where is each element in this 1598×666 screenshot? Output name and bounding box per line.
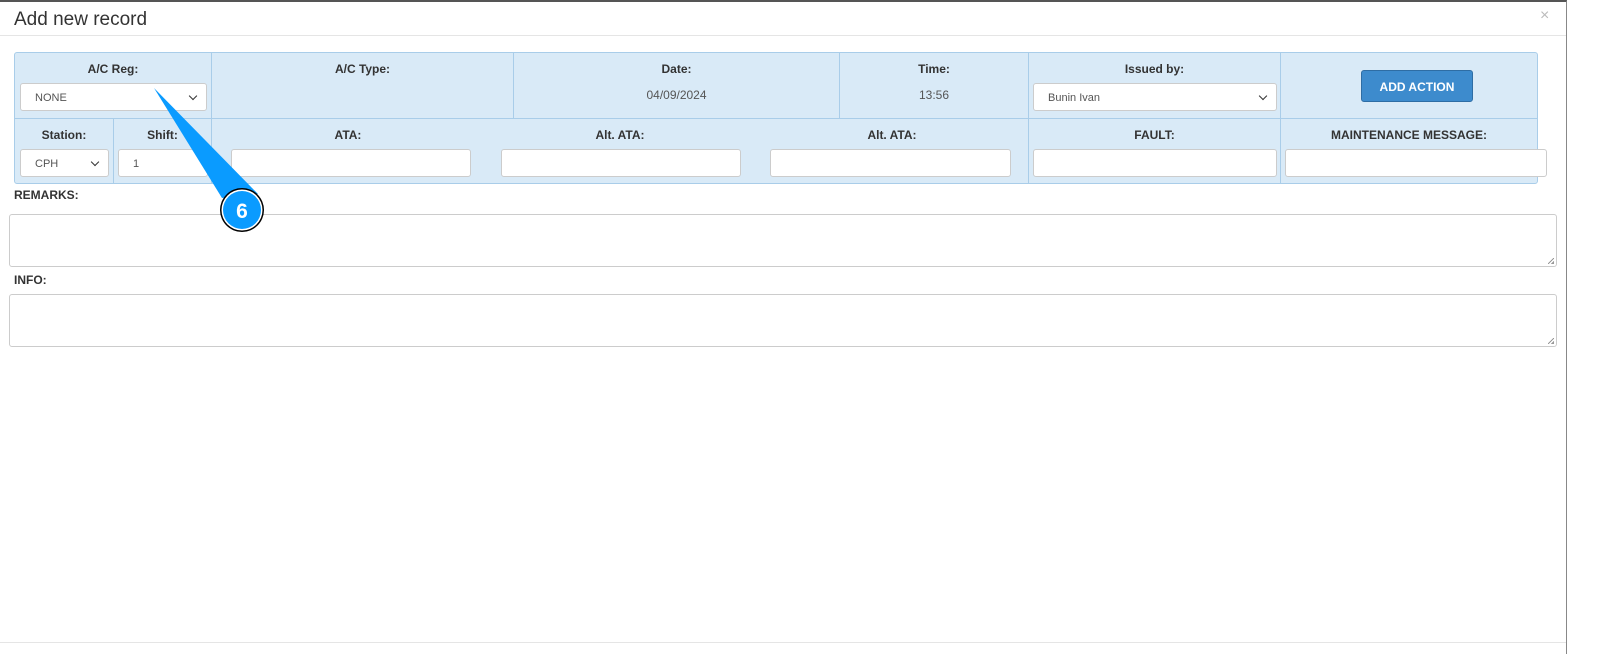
callout-pointer bbox=[154, 88, 258, 198]
callout-annotation: 6 bbox=[154, 88, 264, 232]
callout-number: 6 bbox=[236, 200, 248, 223]
